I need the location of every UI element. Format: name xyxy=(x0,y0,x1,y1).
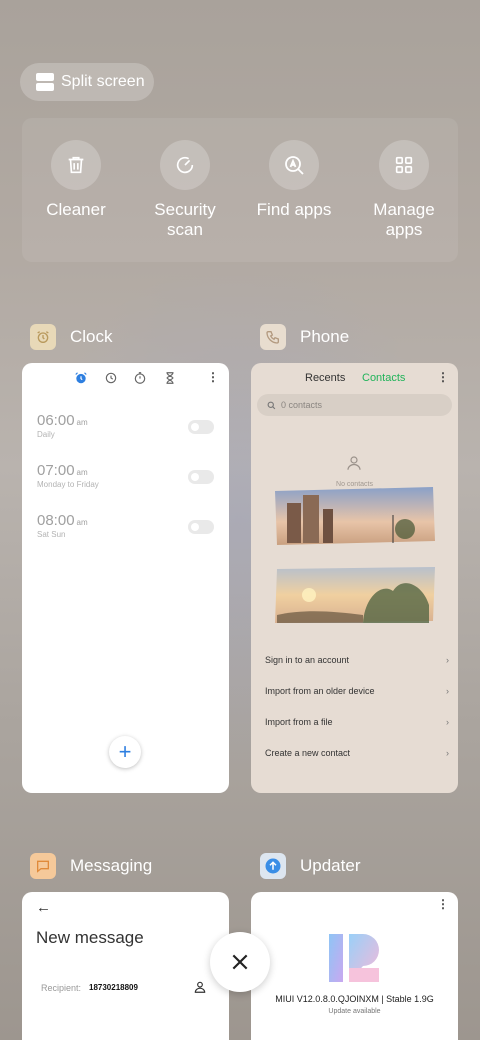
messaging-app-icon xyxy=(30,853,56,879)
chevron-right-icon: › xyxy=(446,748,449,758)
manage-apps-label: Manage apps xyxy=(373,200,435,239)
sunset-city-illustration xyxy=(275,487,435,545)
security-scan-button[interactable]: Security scan xyxy=(135,140,235,240)
stopwatch-tab-icon[interactable] xyxy=(133,371,147,385)
phone-app-name: Phone xyxy=(300,327,350,346)
find-apps-icon xyxy=(269,140,319,190)
tab-contacts[interactable]: Contacts xyxy=(362,372,405,384)
alarm-item[interactable]: 06:00 am Daily xyxy=(37,412,88,439)
manage-apps-button[interactable]: Manage apps xyxy=(354,140,454,240)
back-arrow-icon[interactable]: ← xyxy=(36,899,51,916)
alarm-repeat: Sat Sun xyxy=(37,530,66,539)
messaging-app-card[interactable]: ← New message Recipient: 18730218809 xyxy=(22,892,229,1040)
contacts-search-input[interactable]: 0 contacts xyxy=(257,394,452,416)
alarm-tab-icon[interactable] xyxy=(74,371,88,385)
app-header-phone[interactable]: Phone xyxy=(260,324,349,350)
grid-icon xyxy=(379,140,429,190)
timer-tab-icon[interactable] xyxy=(163,371,177,385)
clock-app-card[interactable]: ⋮ 06:00 am Daily 07:00 am Monday to Friday… xyxy=(22,363,229,793)
cleaner-label: Cleaner xyxy=(46,200,106,219)
alarm-ampm: am xyxy=(76,518,88,527)
cleaner-button[interactable]: Cleaner xyxy=(26,140,126,220)
app-header-messaging[interactable]: Messaging xyxy=(30,853,152,879)
security-scan-icon xyxy=(160,140,210,190)
alarm-item[interactable]: 07:00 am Monday to Friday xyxy=(37,462,99,489)
new-message-title: New message xyxy=(36,928,144,947)
row-label: Import from an older device xyxy=(265,686,375,696)
split-screen-button[interactable]: Split screen xyxy=(20,63,154,101)
messaging-app-name: Messaging xyxy=(70,856,153,875)
import-older-device-row[interactable]: Import from an older device › xyxy=(265,686,449,696)
search-icon xyxy=(267,401,276,409)
import-file-row[interactable]: Import from a file › xyxy=(265,717,449,727)
alarm-time: 07:00 xyxy=(37,462,75,479)
more-options-icon[interactable]: ⋮ xyxy=(437,898,449,910)
miui-version: MIUI V12.0.8.0.QJOINXM | Stable 1.9G xyxy=(275,994,434,1004)
clear-all-button[interactable] xyxy=(210,932,270,992)
alarm-ampm: am xyxy=(76,468,88,477)
phone-app-icon xyxy=(260,324,286,350)
more-options-icon[interactable]: ⋮ xyxy=(207,371,219,383)
add-alarm-button[interactable]: + xyxy=(109,736,141,768)
updater-app-name: Updater xyxy=(300,856,361,875)
alarm-time: 06:00 xyxy=(37,412,75,429)
split-screen-icon xyxy=(36,73,54,91)
alarm-time: 08:00 xyxy=(37,512,75,529)
alarm-repeat: Monday to Friday xyxy=(37,480,99,489)
trash-icon xyxy=(51,140,101,190)
alarm-repeat: Daily xyxy=(37,430,55,439)
row-label: Sign in to an account xyxy=(265,655,350,665)
create-contact-row[interactable]: Create a new contact › xyxy=(265,748,449,758)
updater-app-card[interactable]: ⋮ MIUI V12.0.8.0.QJOINXM | Stable 1.9G U… xyxy=(251,892,458,1040)
sunset-trees-illustration xyxy=(275,567,435,623)
alarm-toggle[interactable] xyxy=(188,420,214,434)
chevron-right-icon: › xyxy=(446,686,449,696)
miui-12-logo xyxy=(329,934,379,982)
update-status: Update available xyxy=(328,1008,381,1015)
recipient-label: Recipient: xyxy=(41,983,82,993)
close-icon xyxy=(232,954,248,970)
security-scan-label: Security scan xyxy=(154,200,216,239)
tab-recents[interactable]: Recents xyxy=(305,372,345,384)
find-apps-button[interactable]: Find apps xyxy=(244,140,344,220)
updater-app-icon xyxy=(260,853,286,879)
find-apps-label: Find apps xyxy=(256,200,332,219)
contact-picker-icon[interactable] xyxy=(193,980,207,994)
chevron-right-icon: › xyxy=(446,655,449,665)
sign-in-account-row[interactable]: Sign in to an account › xyxy=(265,655,449,665)
phone-app-card[interactable]: Recents Contacts ⋮ 0 contacts No contact… xyxy=(251,363,458,793)
app-header-updater[interactable]: Updater xyxy=(260,853,360,879)
alarm-item[interactable]: 08:00 am Sat Sun xyxy=(37,512,88,539)
row-label: Create a new contact xyxy=(265,748,351,758)
chevron-right-icon: › xyxy=(446,717,449,727)
plus-icon: + xyxy=(118,739,132,764)
contacts-count: 0 contacts xyxy=(281,400,323,410)
alarm-toggle[interactable] xyxy=(188,520,214,534)
alarm-ampm: am xyxy=(76,418,88,427)
app-header-clock[interactable]: Clock xyxy=(30,324,113,350)
recipient-input[interactable]: 18730218809 xyxy=(89,983,138,992)
split-screen-label: Split screen xyxy=(61,73,145,90)
quick-tools-panel: Cleaner Security scan Find apps Manage a… xyxy=(22,118,458,262)
alarm-toggle[interactable] xyxy=(188,470,214,484)
row-label: Import from a file xyxy=(265,717,333,727)
person-icon xyxy=(347,456,361,470)
clock-app-name: Clock xyxy=(70,327,113,346)
more-options-icon[interactable]: ⋮ xyxy=(437,371,449,383)
world-clock-tab-icon[interactable] xyxy=(104,371,118,385)
clock-app-icon xyxy=(30,324,56,350)
